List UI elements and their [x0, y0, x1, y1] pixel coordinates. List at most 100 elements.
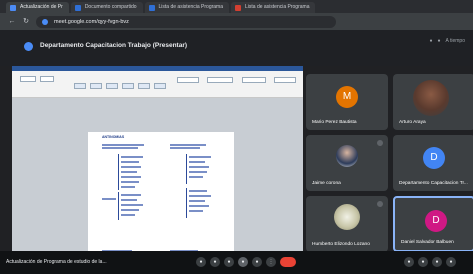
ribbon-button — [106, 83, 118, 89]
meet-logo-icon — [24, 42, 33, 51]
mic-icon[interactable]: ● — [196, 257, 206, 267]
url-text: meet.google.com/qyy-fvgn-bvz — [54, 18, 129, 25]
ribbon-button — [177, 77, 199, 83]
camera-icon[interactable]: ● — [210, 257, 220, 267]
doc-icon — [235, 5, 241, 11]
avatar: D — [425, 210, 447, 232]
doc-icon — [148, 5, 155, 11]
ribbon-button — [242, 77, 266, 83]
text-line — [189, 161, 205, 163]
info-icon[interactable]: ● — [404, 257, 414, 267]
ribbon-button — [74, 83, 86, 89]
mic-off-icon — [377, 140, 383, 146]
browser-tab[interactable]: Documento compartido — [70, 2, 143, 13]
header-status: A tiempo — [445, 38, 465, 44]
text-line — [102, 144, 144, 146]
participant-tile[interactable]: Humberto Elizondo Lozano — [306, 196, 388, 252]
text-line — [189, 210, 203, 212]
participant-tile[interactable]: D Departamento Capacitacion Tr... — [393, 135, 473, 191]
participant-name: Departamento Capacitacion Tr... — [399, 181, 468, 186]
browser-tab[interactable]: Lista de asistencia Programa — [231, 2, 316, 13]
ribbon-button — [40, 76, 54, 82]
brace — [186, 154, 187, 184]
text-line — [121, 186, 135, 188]
meet-header: Departamento Capacitacion Trabajo (Prese… — [0, 30, 473, 66]
text-line — [121, 156, 143, 158]
text-line — [121, 199, 137, 201]
browser-tab[interactable]: Actualización de Pr — [6, 2, 69, 13]
raise-hand-icon[interactable]: ● — [252, 257, 262, 267]
address-bar: ← ↻ meet.google.com/qyy-fvgn-bvz — [0, 13, 473, 30]
site-info-icon[interactable] — [42, 18, 48, 25]
participant-photo — [334, 204, 360, 230]
present-icon[interactable]: ● — [238, 257, 248, 267]
text-line — [189, 195, 211, 197]
more-options-icon[interactable]: ⋮ — [266, 257, 276, 267]
text-line — [102, 147, 138, 149]
brace — [118, 192, 119, 220]
ribbon-button — [90, 83, 102, 89]
ribbon-button — [122, 83, 134, 89]
ribbon-button — [20, 76, 36, 82]
text-line — [189, 156, 211, 158]
activities-icon[interactable]: ● — [446, 257, 456, 267]
text-line — [170, 144, 206, 146]
document-page: ANTINOMIAS — [88, 132, 234, 251]
screen: Actualización de Pr Documento compartido… — [0, 0, 473, 274]
participant-tile[interactable]: M Mario Perez Bautista — [306, 74, 388, 130]
avatar: D — [423, 147, 445, 169]
doc-icon — [74, 5, 81, 11]
participant-photo — [413, 80, 449, 116]
people-icon[interactable]: ● — [429, 38, 432, 44]
text-line — [121, 209, 139, 211]
shared-screen: ANTINOMIAS — [12, 66, 303, 251]
header-icons: ● ● A tiempo — [429, 38, 465, 44]
meeting-details[interactable]: Actualización de Programa de estudio de … — [6, 259, 107, 265]
text-line — [121, 176, 141, 178]
chat-icon[interactable]: ● — [432, 257, 442, 267]
text-line — [102, 198, 116, 200]
tab-label: Lista de asistencia Programa — [158, 4, 223, 10]
participant-name: Jaime corona — [312, 181, 341, 186]
chat-icon[interactable]: ● — [438, 38, 441, 44]
mic-off-icon — [377, 201, 383, 207]
text-line — [121, 171, 137, 173]
participant-tile[interactable]: Jaime corona — [306, 135, 388, 191]
url-field[interactable]: meet.google.com/qyy-fvgn-bvz — [36, 15, 336, 28]
browser-tab[interactable]: Lista de asistencia Programa — [144, 2, 229, 13]
browser-tab-bar: Actualización de Pr Documento compartido… — [0, 0, 473, 13]
text-line — [189, 190, 207, 192]
avatar: M — [336, 86, 358, 108]
meet-icon — [10, 5, 16, 11]
ribbon-button — [274, 77, 296, 83]
end-call-icon[interactable] — [280, 257, 296, 267]
text-line — [121, 166, 141, 168]
text-line — [189, 176, 203, 178]
meeting-controls-bar: Actualización de Programa de estudio de … — [0, 251, 473, 274]
document-heading: ANTINOMIAS — [102, 135, 125, 139]
participant-tile[interactable]: Arturo Araya — [393, 74, 473, 130]
back-icon[interactable]: ← — [8, 18, 16, 26]
participant-name: Humberto Elizondo Lozano — [312, 242, 370, 247]
participant-photo — [336, 145, 358, 167]
participant-tile[interactable]: D Daniel Salvador Balbuen — [393, 196, 473, 252]
reload-icon[interactable]: ↻ — [22, 18, 30, 26]
text-line — [121, 161, 139, 163]
participant-name: Arturo Araya — [399, 120, 426, 125]
brace — [118, 154, 119, 190]
text-line — [121, 181, 139, 183]
text-line — [121, 204, 143, 206]
ribbon-button — [207, 77, 233, 83]
text-line — [189, 200, 205, 202]
text-line — [189, 166, 209, 168]
tab-label: Actualización de Pr — [20, 4, 63, 10]
word-ribbon — [12, 71, 303, 98]
text-line — [189, 171, 207, 173]
participant-name: Daniel Salvador Balbuen — [401, 240, 454, 245]
document-canvas: ANTINOMIAS — [12, 98, 303, 251]
brace — [186, 188, 187, 218]
captions-icon[interactable]: ● — [224, 257, 234, 267]
tab-label: Lista de asistencia Programa — [245, 4, 310, 10]
meeting-title: Departamento Capacitacion Trabajo (Prese… — [40, 42, 188, 49]
people-icon[interactable]: ● — [418, 257, 428, 267]
